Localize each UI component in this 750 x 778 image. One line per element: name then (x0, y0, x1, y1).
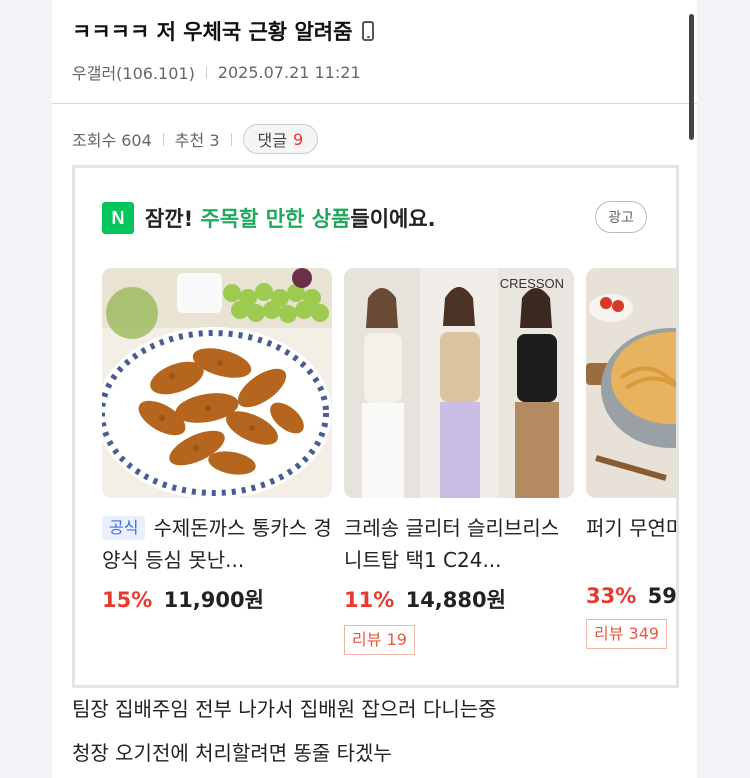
ad-banner: N 잠깐! 주목할 만한 상품 들이에요. 광고 공식 수제돈까스 통카스 경양… (72, 165, 679, 688)
stats-divider (162, 132, 164, 146)
post-body-line: 청장 오기전에 처리할려면 똥줄 타겠누 (72, 741, 392, 765)
price: 11,900원 (163, 588, 264, 612)
product-image-cutlet[interactable] (102, 268, 332, 498)
review-badge: 리뷰 19 (344, 625, 415, 655)
product-name[interactable]: 공식 수제돈까스 통카스 경양식 등심 못난... (102, 512, 332, 576)
review-badge: 리뷰 349 (586, 619, 668, 649)
product-card[interactable]: CRESSON 크레송 글리터 슬리브리스 니트탑 택1 C24... 11% … (344, 268, 574, 655)
product-image-knit[interactable]: CRESSON (344, 268, 574, 498)
scrollbar[interactable] (689, 14, 694, 140)
cresson-logo-text: CRESSON (499, 276, 564, 291)
product-name[interactable]: 퍼기 무연마 스 (586, 512, 676, 576)
comments-label: 댓글 (257, 131, 287, 150)
discount-rate: 11% (344, 588, 395, 612)
post-meta: 우갤러(106.101) 2025.07.21 11:21 (72, 60, 361, 84)
price: 14,880원 (405, 588, 506, 612)
header-divider (52, 103, 697, 104)
post-page: ㅋㅋㅋㅋ 저 우체국 근황 알려줌 우갤러(106.101) 2025.07.2… (52, 0, 697, 778)
ad-heading: N 잠깐! 주목할 만한 상품 들이에요. (102, 202, 436, 234)
comments-count: 9 (292, 129, 304, 149)
post-title: ㅋㅋㅋㅋ 저 우체국 근황 알려줌 (72, 16, 375, 46)
recommend-count: 추천 3 (174, 131, 220, 150)
post-stats: 조회수 604 추천 3 댓글 9 (72, 124, 319, 154)
product-image-pot[interactable] (586, 268, 676, 498)
naver-logo: N (102, 202, 134, 234)
product-card[interactable]: 공식 수제돈까스 통카스 경양식 등심 못난... 15% 11,900원 (102, 268, 332, 614)
discount-rate: 33% (586, 584, 637, 608)
price: 59 (647, 584, 677, 608)
author-name[interactable]: 우갤러(106.101) (72, 60, 195, 84)
post-datetime: 2025.07.21 11:21 (217, 62, 361, 82)
stats-divider (230, 132, 232, 146)
post-title-text: ㅋㅋㅋㅋ 저 우체국 근황 알려줌 (72, 20, 353, 44)
ad-heading-prefix: 잠깐! (145, 207, 194, 231)
product-name[interactable]: 크레송 글리터 슬리브리스 니트탑 택1 C24... (344, 512, 574, 576)
ad-badge[interactable]: 광고 (595, 201, 647, 233)
ad-heading-suffix: 들이에요. (350, 207, 436, 231)
ad-heading-highlight: 주목할 만한 상품 (200, 207, 351, 231)
price-row: 11% 14,880원 (344, 584, 574, 614)
product-card[interactable]: 퍼기 무연마 스 33% 59 리뷰 349 (586, 268, 677, 649)
price-row: 33% 59 (586, 584, 677, 608)
post-body-line: 팀장 집배주임 전부 나가서 집배원 잡으러 다니는중 (72, 697, 497, 721)
discount-rate: 15% (102, 588, 153, 612)
comments-button[interactable]: 댓글 9 (242, 124, 319, 154)
phone-icon (362, 21, 375, 41)
official-tag: 공식 (102, 516, 146, 540)
price-row: 15% 11,900원 (102, 584, 332, 614)
view-count: 조회수 604 (72, 131, 152, 150)
meta-divider (205, 65, 207, 79)
